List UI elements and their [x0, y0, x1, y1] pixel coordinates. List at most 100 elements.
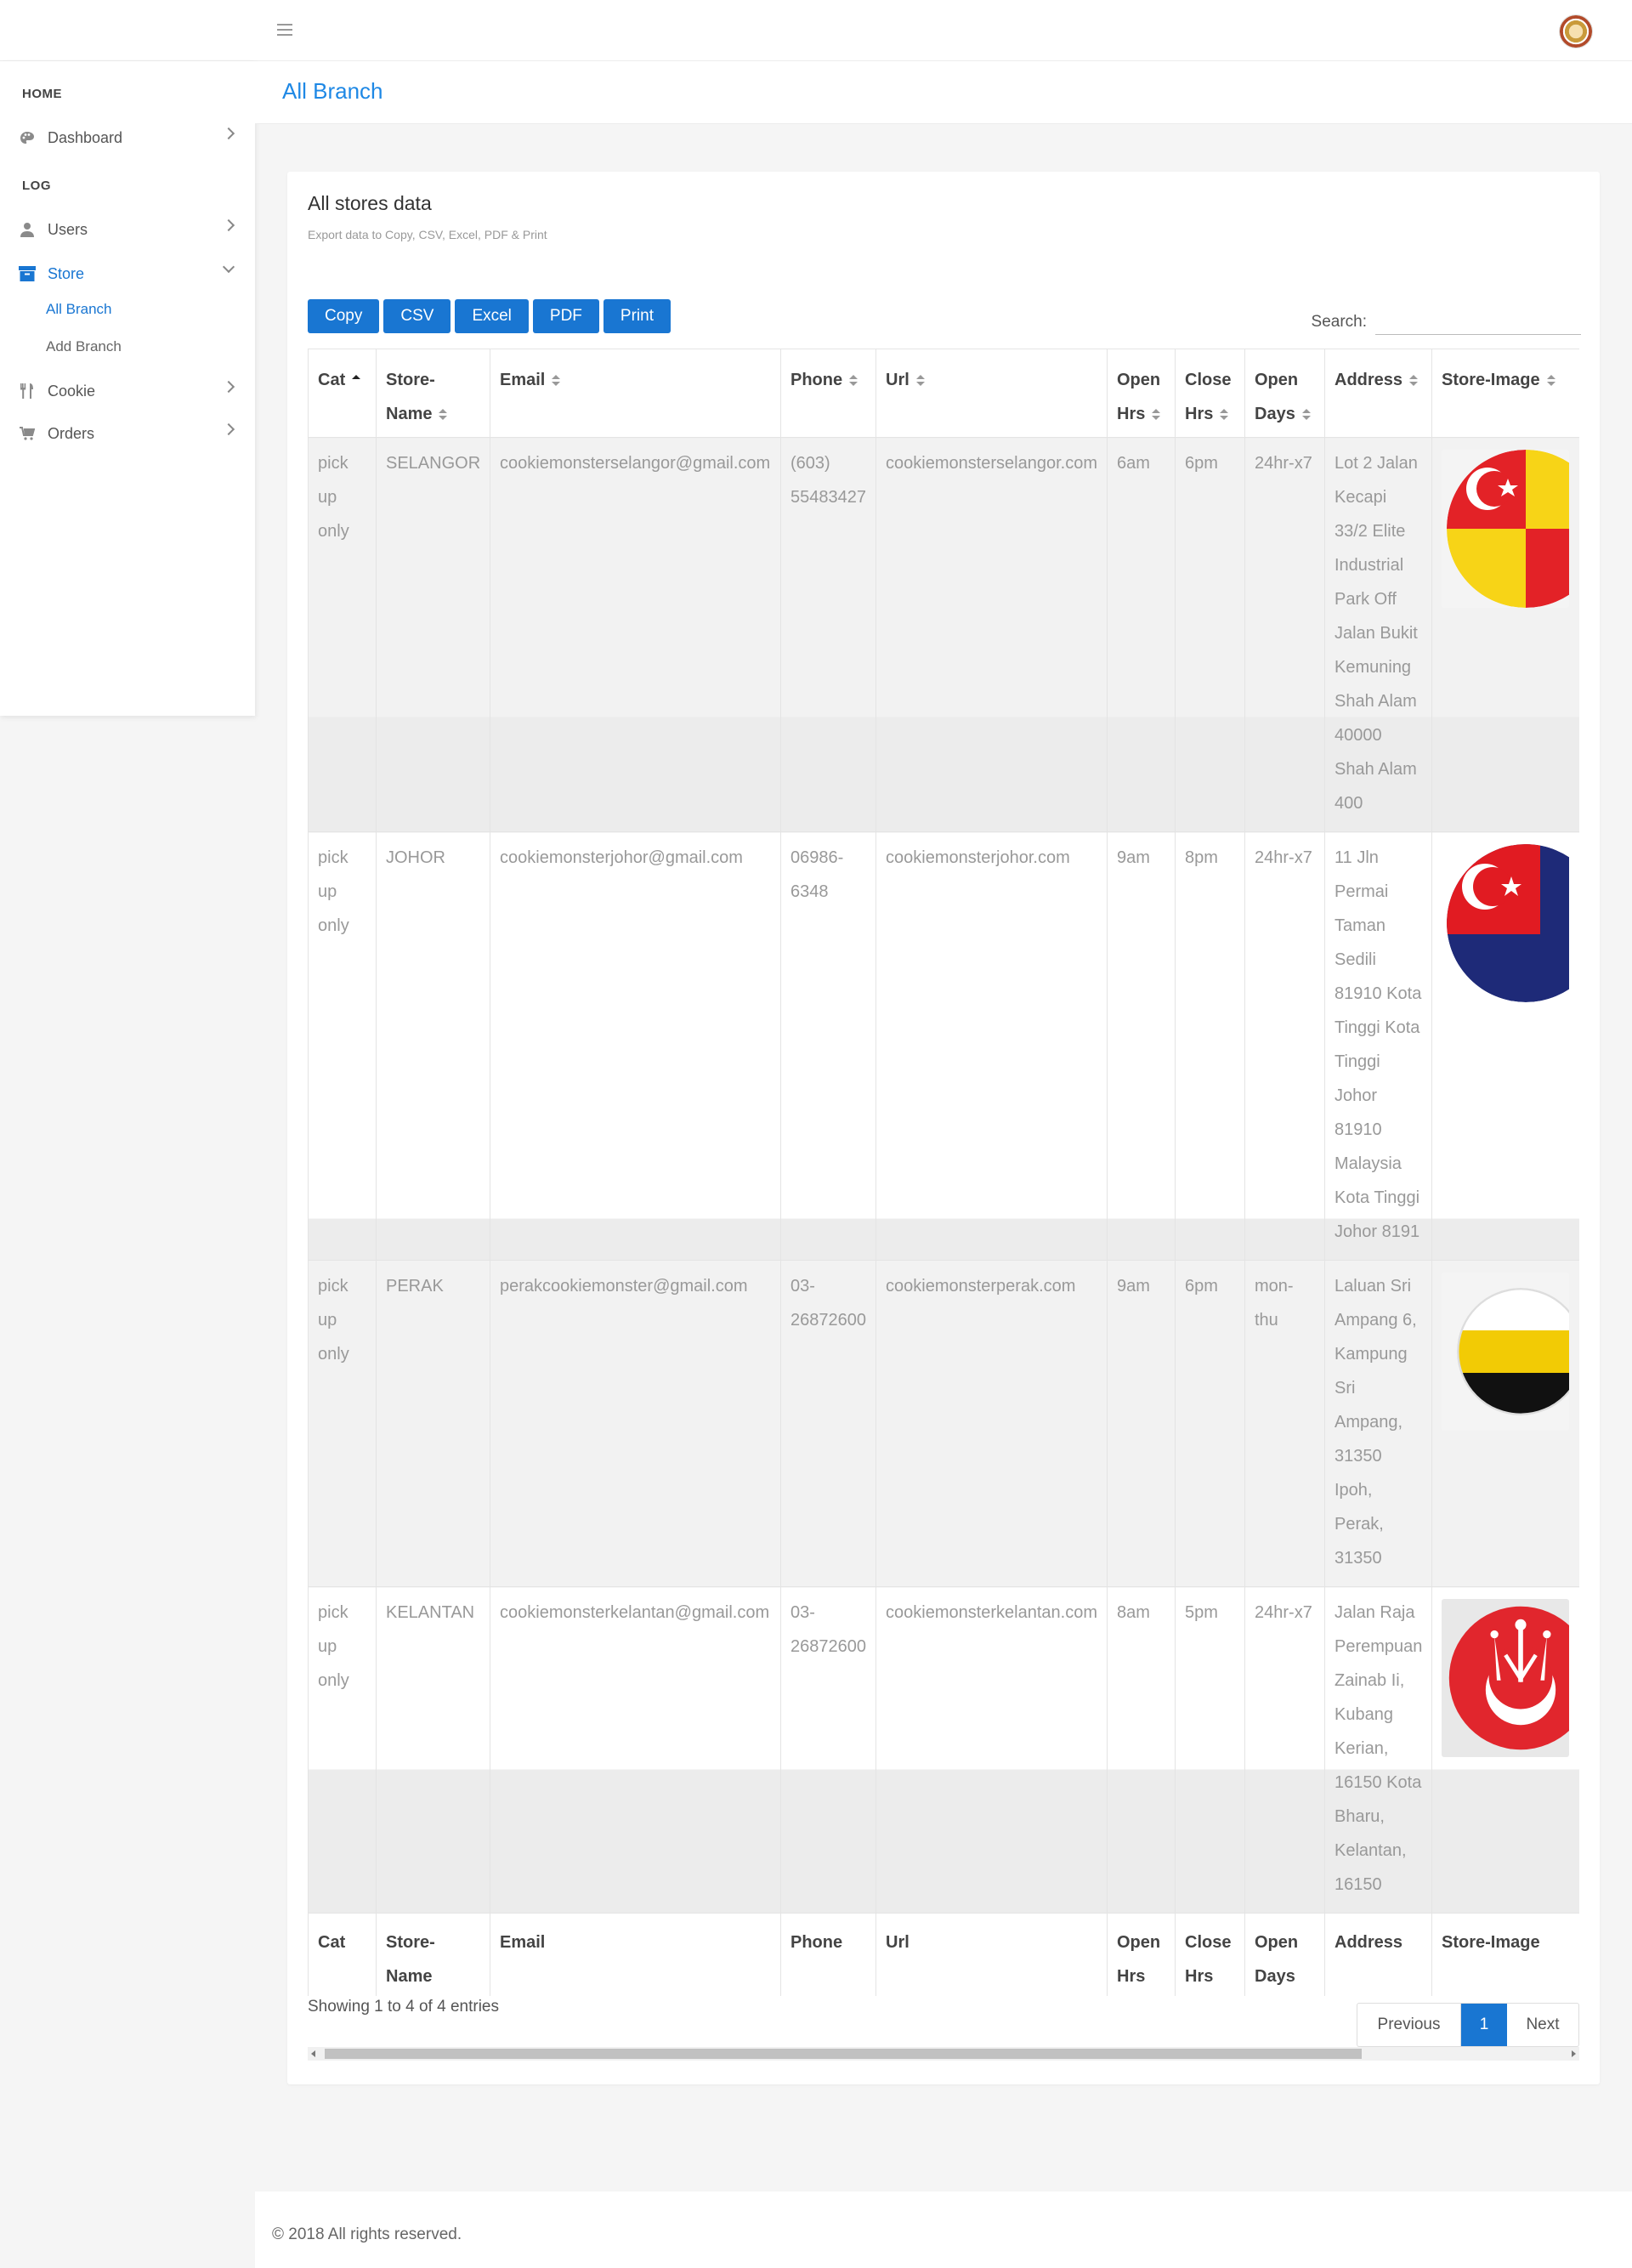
user-icon: [19, 221, 36, 238]
column-header-cat[interactable]: Cat: [308, 349, 377, 438]
sort-icon: [1301, 408, 1311, 421]
sidebar-item-orders[interactable]: Orders: [19, 418, 245, 449]
column-header-open-hrs[interactable]: Open Hrs: [1107, 349, 1176, 438]
page-title: All Branch: [282, 78, 383, 104]
column-header-store-name[interactable]: Store-Name: [376, 349, 490, 438]
stores-table: Cat Store-Name Email Phone Url Open Hrs …: [308, 349, 1579, 1996]
palette-icon: [19, 129, 36, 146]
cell-email: cookiemonsterselangor@gmail.com: [490, 437, 781, 832]
table-header-row: Cat Store-Name Email Phone Url Open Hrs …: [308, 349, 1579, 438]
cell-phone: 03-26872600: [780, 1586, 876, 1914]
scrollbar-thumb[interactable]: [325, 2049, 1362, 2059]
column-header-url[interactable]: Url: [876, 349, 1108, 438]
chevron-right-icon: [222, 422, 235, 436]
sidebar-item-dashboard[interactable]: Dashboard: [19, 122, 245, 153]
cell-address: Jalan Raja Perempuan Zainab Ii, Kubang K…: [1324, 1586, 1432, 1914]
footer-store-name: Store-Name: [376, 1913, 490, 1996]
cell-email: cookiemonsterjohor@gmail.com: [490, 831, 781, 1261]
footer-open-days: Open Days: [1244, 1913, 1325, 1996]
cell-open-days: 24hr-x7: [1244, 831, 1325, 1261]
previous-button[interactable]: Previous: [1357, 2004, 1461, 2046]
cell-open-hrs: 9am: [1107, 831, 1176, 1261]
sort-icon: [1220, 408, 1229, 421]
footer-cat: Cat: [308, 1913, 377, 1996]
cell-cat: pick up only: [308, 1586, 377, 1914]
chevron-down-icon: [222, 260, 235, 274]
excel-button[interactable]: Excel: [455, 299, 529, 333]
cell-open-days: 24hr-x7: [1244, 1586, 1325, 1914]
sidebar-item-users[interactable]: Users: [19, 214, 245, 245]
cell-close-hrs: 6pm: [1175, 1260, 1245, 1587]
archive-icon: [19, 265, 36, 282]
footer-email: Email: [490, 1913, 781, 1996]
print-button[interactable]: Print: [603, 299, 671, 333]
cell-address: Laluan Sri Ampang 6, Kampung Sri Ampang,…: [1324, 1260, 1432, 1587]
cell-open-hrs: 9am: [1107, 1260, 1176, 1587]
cell-store-image: [1431, 1260, 1579, 1587]
copyright: © 2018 All rights reserved.: [272, 2225, 462, 2243]
page-footer: © 2018 All rights reserved.: [255, 2191, 1632, 2268]
cell-open-days: 24hr-x7: [1244, 437, 1325, 832]
crest-logo[interactable]: [1559, 14, 1593, 48]
copy-button[interactable]: Copy: [308, 299, 380, 333]
cell-phone: 06986-6348: [780, 831, 876, 1261]
sort-icon: [1546, 374, 1556, 387]
section-log: LOG: [22, 179, 51, 193]
sort-asc-icon: [352, 374, 361, 387]
column-header-close-hrs[interactable]: Close Hrs: [1175, 349, 1245, 438]
footer-address: Address: [1324, 1913, 1432, 1996]
scroll-left-icon[interactable]: [311, 2050, 315, 2057]
footer-open-hrs: Open Hrs: [1107, 1913, 1176, 1996]
cell-cat: pick up only: [308, 1260, 377, 1587]
column-header-email[interactable]: Email: [490, 349, 781, 438]
sidebar-item-store[interactable]: Store: [19, 258, 245, 289]
hamburger-icon[interactable]: [277, 20, 296, 39]
csv-button[interactable]: CSV: [383, 299, 451, 333]
table-row: pick up only JOHOR cookiemonsterjohor@gm…: [308, 831, 1579, 1261]
cell-url: cookiemonsterperak.com: [876, 1260, 1108, 1587]
footer-close-hrs: Close Hrs: [1175, 1913, 1245, 1996]
sort-icon: [552, 374, 561, 387]
scroll-right-icon[interactable]: [1572, 2050, 1576, 2057]
pdf-button[interactable]: PDF: [532, 299, 599, 333]
horizontal-scrollbar[interactable]: [308, 2047, 1579, 2061]
cart-icon: [19, 425, 36, 442]
cell-store-name: SELANGOR: [376, 437, 490, 832]
sidebar-item-label: Dashboard: [48, 128, 123, 146]
column-header-address[interactable]: Address: [1324, 349, 1432, 438]
page-1-button[interactable]: 1: [1461, 2004, 1507, 2046]
cell-cat: pick up only: [308, 437, 377, 832]
cell-address: 11 Jln Permai Taman Sedili 81910 Kota Ti…: [1324, 831, 1432, 1261]
cell-cat: pick up only: [308, 831, 377, 1261]
sort-icon: [1152, 408, 1161, 421]
sidebar-item-label: Store: [48, 264, 85, 282]
footer-phone: Phone: [780, 1913, 876, 1996]
card-subtitle: Export data to Copy, CSV, Excel, PDF & P…: [308, 228, 547, 241]
sidebar-sub-all-branch[interactable]: All Branch: [46, 301, 111, 318]
footer-store-image: Store-Image: [1431, 1913, 1579, 1996]
search-label: Search:: [1311, 313, 1367, 331]
cell-store-name: PERAK: [376, 1260, 490, 1587]
stores-table-wrapper: Cat Store-Name Email Phone Url Open Hrs …: [308, 349, 1579, 1996]
search-input[interactable]: [1375, 306, 1581, 335]
sort-icon: [439, 408, 448, 421]
column-header-open-days[interactable]: Open Days: [1244, 349, 1325, 438]
cell-store-name: KELANTAN: [376, 1586, 490, 1914]
sidebar-item-label: Users: [48, 220, 88, 238]
cell-store-name: JOHOR: [376, 831, 490, 1261]
section-home: HOME: [22, 87, 62, 101]
chevron-right-icon: [222, 127, 235, 140]
cell-store-image: [1431, 1586, 1579, 1914]
column-header-phone[interactable]: Phone: [780, 349, 876, 438]
table-row: pick up only SELANGOR cookiemonsterselan…: [308, 437, 1579, 832]
sidebar-item-label: Orders: [48, 424, 95, 442]
stores-card: All stores data Export data to Copy, CSV…: [287, 172, 1600, 2084]
column-header-store-image[interactable]: Store-Image: [1431, 349, 1579, 438]
next-button[interactable]: Next: [1507, 2004, 1578, 2046]
perak-flag: [1442, 1273, 1569, 1431]
sidebar-item-label: Cookie: [48, 382, 96, 400]
chevron-right-icon: [222, 218, 235, 232]
sidebar-item-cookie[interactable]: Cookie: [19, 376, 245, 406]
sidebar-sub-add-branch[interactable]: Add Branch: [46, 338, 122, 355]
table-row: pick up only PERAK perakcookiemonster@gm…: [308, 1260, 1579, 1587]
